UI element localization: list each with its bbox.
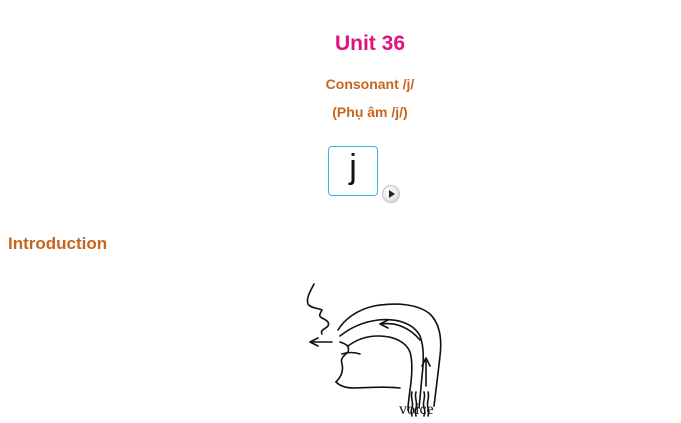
play-icon — [389, 190, 395, 198]
consonant-subtitle-vietnamese: (Phụ âm /j/) — [332, 104, 408, 120]
section-heading-introduction: Introduction — [8, 234, 108, 253]
play-audio-button[interactable] — [382, 185, 400, 203]
consonant-subtitle: Consonant /j/ — [325, 76, 415, 92]
phoneme-symbol: j — [349, 147, 357, 186]
voice-label: voice — [399, 401, 434, 418]
phoneme-symbol-card: j — [328, 146, 378, 196]
page-title: Unit 36 — [334, 32, 405, 55]
mouth-diagram-image — [306, 283, 442, 417]
lesson-page: Unit 36 Consonant /j/ (Phụ âm /j/) j Int… — [0, 0, 681, 423]
